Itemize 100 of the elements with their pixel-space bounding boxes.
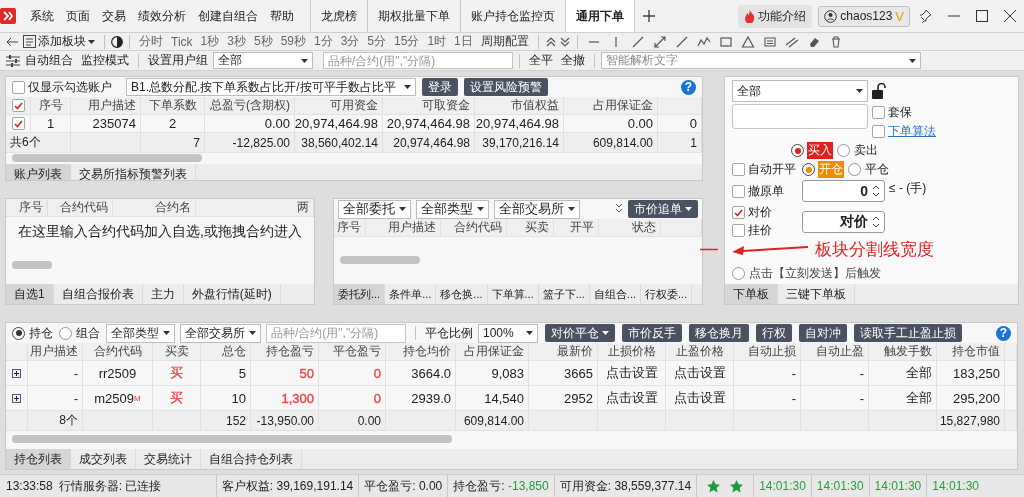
tab[interactable]: 三键下单板 [778,284,855,304]
order-filter-dropdown[interactable]: 全部交易所 [494,199,580,219]
column-header[interactable]: 序号 [31,97,71,114]
column-header[interactable]: 合约代码 [48,199,113,216]
close-ratio-dropdown[interactable]: 100% [478,323,538,343]
period-config-button[interactable]: 周期配置 [477,33,532,50]
double-chevron-down-icon[interactable] [558,35,571,48]
column-header[interactable]: 状态 [599,219,661,236]
position-action-button[interactable]: 市价反手 [622,324,682,342]
column-header[interactable]: 用户描述 [366,219,441,236]
position-action-button[interactable]: 行权 [756,324,792,342]
help-icon[interactable]: ? [681,79,696,95]
star-icon[interactable] [707,479,721,493]
column-header[interactable]: 可取资金 [383,97,475,114]
mode-radio[interactable]: 组合 [59,324,101,342]
order-filter-dropdown[interactable]: 全部类型 [416,199,489,219]
checked-only-checkbox[interactable]: 仅显示勾选账户 [12,78,112,96]
tab[interactable]: 篮子下... [538,284,590,304]
maximize-icon[interactable] [976,10,988,22]
select-all-checkbox[interactable] [11,99,25,112]
spinner-arrows-icon[interactable] [872,184,880,198]
row-checkbox[interactable] [11,117,25,130]
menu-item[interactable]: 交易 [96,7,132,25]
toolbar-button[interactable]: 全平 [526,52,556,69]
column-header[interactable]: 可用资金 [295,97,383,114]
tab[interactable]: 委托列... [334,284,386,304]
tab[interactable]: 交易统计 [136,449,201,469]
text-box-icon[interactable] [762,34,777,49]
double-chevron-up-icon[interactable] [544,35,557,48]
period-option[interactable]: 15分 [391,33,423,50]
expand-icon[interactable] [12,393,21,403]
allocation-dropdown[interactable]: B1.总数分配.按下单系数占比开/按可平手数占比平 [126,78,416,96]
column-header[interactable]: 市值权益 [475,97,564,114]
period-option[interactable]: 1日 [451,33,476,50]
period-option[interactable]: 1时 [424,33,450,50]
tab[interactable]: 持仓列表 [6,449,71,469]
expand-icon[interactable] [12,368,21,378]
period-option[interactable]: 1分 [311,33,336,50]
close-icon[interactable] [1004,10,1016,22]
column-header[interactable]: 止损价格 [598,343,666,360]
price-mode-checkbox[interactable]: 对价 [732,204,798,221]
intro-button[interactable]: 功能介绍 [738,4,813,28]
tab[interactable]: 自组合报价表 [53,284,143,304]
toolbar-button[interactable]: 全撤 [558,52,588,69]
menu-item[interactable]: 帮助 [264,7,300,25]
sliders-icon[interactable] [6,54,20,67]
user-group-dropdown[interactable]: 全部 [213,52,313,69]
column-header[interactable]: 序号 [334,219,366,236]
column-header[interactable]: 序号 [6,199,48,216]
position-action-button[interactable]: 对价平仓 [545,324,615,342]
position-action-button[interactable]: 读取手工止盈止损 [854,324,962,342]
column-header[interactable]: 持仓均价 [386,343,456,360]
column-header[interactable]: 开平 [554,219,599,236]
unlock-icon[interactable] [872,83,886,99]
tab[interactable]: 自组合持仓列表 [201,449,302,469]
period-option[interactable]: 5秒 [250,33,276,50]
symbol-filter-field[interactable]: 品种/合约(用","分隔) [323,52,513,69]
toolbar-button[interactable]: 自动组合 [22,52,76,69]
offset-radio[interactable]: 平仓 [848,161,890,178]
column-header[interactable]: 持仓市值 [937,343,1005,360]
price-spinner[interactable]: 对价 [802,210,885,233]
tab[interactable]: 条件单... [385,284,437,304]
column-header[interactable]: 自动止损 [734,343,801,360]
trigger-radio[interactable]: 点击【立刻发送】后触发 [732,265,882,282]
app-logo-icon[interactable] [0,8,16,24]
add-panel-button[interactable]: 添加板块 [20,33,98,50]
symbol-filter-field[interactable]: 品种/合约(用","分隔) [266,323,406,343]
tab[interactable]: 外盘行情(延时) [183,284,281,304]
tab[interactable]: 主力 [142,284,184,304]
page-tab[interactable]: 龙虎榜 [310,0,367,32]
column-header[interactable]: 合约代码 [441,219,507,236]
column-header[interactable]: 合约名 [113,199,196,216]
period-option[interactable]: 5分 [364,33,390,50]
diagonal-line-icon[interactable] [674,34,689,49]
contrast-icon[interactable] [111,35,123,48]
menu-item[interactable]: 页面 [60,7,96,25]
mode-radio[interactable]: 持仓 [12,324,54,342]
tab[interactable]: 下单板 [725,284,778,304]
cancel-original-checkbox[interactable]: 撤原单 [732,182,798,200]
star-icon[interactable] [730,479,744,493]
arrow-left-icon[interactable] [6,36,18,47]
order-algo-checkbox[interactable]: 下单算法 [872,123,936,140]
column-header[interactable]: 平仓盈亏 [319,343,386,360]
period-option[interactable]: 3秒 [224,33,249,50]
period-option[interactable]: 分时 [136,33,166,50]
menu-item[interactable]: 创建自组合 [192,7,264,25]
column-header[interactable]: 买卖 [507,219,554,236]
diagonal-line-icon[interactable] [630,34,645,49]
plus-icon[interactable] [643,10,655,22]
column-header[interactable]: 占用保证金 [564,97,658,114]
period-option[interactable]: Tick [168,34,196,49]
tab[interactable]: 下单算... [487,284,539,304]
help-icon[interactable]: ? [996,325,1011,341]
position-filter-dropdown[interactable]: 全部交易所 [180,323,261,343]
column-header[interactable]: 合约代码 [83,343,153,360]
quantity-spinner[interactable]: 0 [802,180,885,202]
period-option[interactable]: 3分 [337,33,363,50]
smart-parse-dropdown[interactable]: 智能解析文字 [601,52,921,69]
column-header[interactable]: 占用保证金 [456,343,529,360]
spinner-arrows-icon[interactable] [872,214,880,229]
